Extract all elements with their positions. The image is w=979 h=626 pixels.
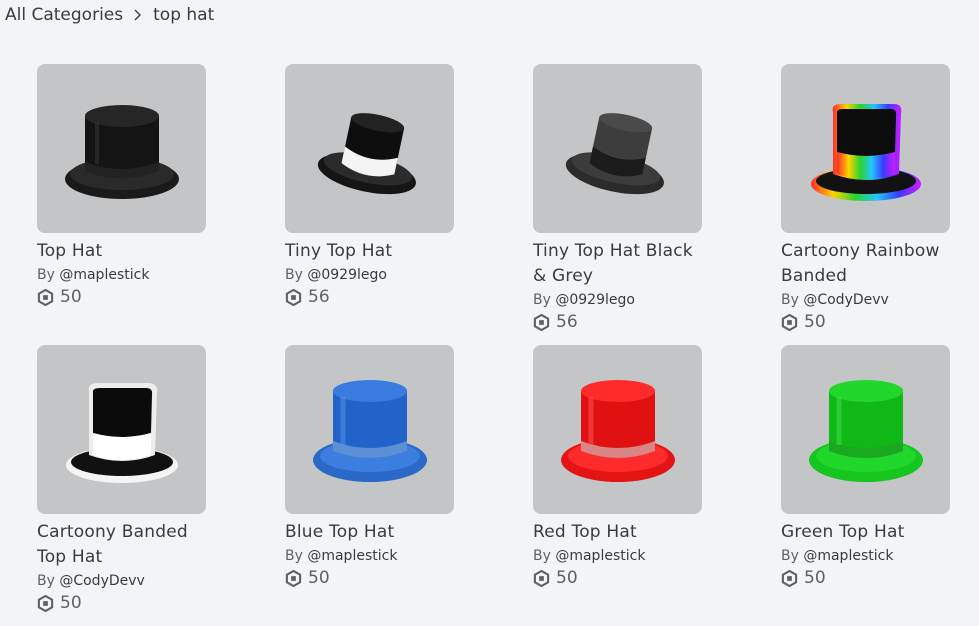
item-price: 50 xyxy=(37,286,206,308)
item-creator: By @maplestick xyxy=(781,546,950,566)
item-creator: By @maplestick xyxy=(533,546,702,566)
item-name[interactable]: Cartoony Banded Top Hat xyxy=(37,520,206,570)
item-creator: By @CodyDevv xyxy=(37,571,206,591)
rainbow-top-hat-image xyxy=(810,103,921,201)
price-value: 56 xyxy=(308,287,330,307)
breadcrumb: All Categories top hat xyxy=(5,4,214,26)
item-thumbnail[interactable] xyxy=(781,64,950,233)
black-top-hat-image xyxy=(64,104,179,199)
item-name[interactable]: Top Hat xyxy=(37,239,206,264)
price-value: 50 xyxy=(804,568,826,588)
price-value: 50 xyxy=(60,593,82,613)
item-thumbnail[interactable] xyxy=(533,345,702,514)
item-name[interactable]: Green Top Hat xyxy=(781,520,950,545)
tiny-grey-top-hat-image xyxy=(565,112,664,194)
item-price: 50 xyxy=(781,567,950,589)
creator-link[interactable]: @maplestick xyxy=(555,548,645,564)
robux-icon xyxy=(37,288,54,306)
catalog-item-card[interactable]: Tiny Top Hat Black & Grey By @0929lego 5… xyxy=(533,64,702,345)
item-name[interactable]: Blue Top Hat xyxy=(285,520,454,545)
tiny-top-hat-image xyxy=(317,112,416,194)
item-creator: By @CodyDevv xyxy=(781,290,950,310)
robux-icon xyxy=(37,594,54,612)
item-name[interactable]: Tiny Top Hat Black & Grey xyxy=(533,239,702,289)
catalog-item-card[interactable]: Tiny Top Hat By @0929lego 56 xyxy=(285,64,454,345)
item-price: 56 xyxy=(533,311,702,333)
price-value: 50 xyxy=(60,287,82,307)
catalog-grid: Top Hat By @maplestick 50 Tiny Top Hat B… xyxy=(37,64,950,626)
item-name[interactable]: Tiny Top Hat xyxy=(285,239,454,264)
creator-link[interactable]: @maplestick xyxy=(307,548,397,564)
creator-prefix: By xyxy=(285,548,308,564)
creator-link[interactable]: @CodyDevv xyxy=(803,292,888,308)
creator-link[interactable]: @maplestick xyxy=(803,548,893,564)
price-value: 50 xyxy=(308,568,330,588)
creator-prefix: By xyxy=(533,548,556,564)
item-price: 50 xyxy=(285,567,454,589)
item-price: 50 xyxy=(533,567,702,589)
creator-prefix: By xyxy=(37,573,60,589)
item-creator: By @0929lego xyxy=(533,290,702,310)
catalog-item-card[interactable]: Red Top Hat By @maplestick 50 xyxy=(533,345,702,626)
cartoony-banded-top-hat-image xyxy=(65,382,178,483)
item-price: 50 xyxy=(781,311,950,333)
robux-icon xyxy=(781,313,798,331)
price-value: 50 xyxy=(556,568,578,588)
price-value: 56 xyxy=(556,312,578,332)
item-thumbnail[interactable] xyxy=(285,64,454,233)
creator-prefix: By xyxy=(533,292,556,308)
creator-prefix: By xyxy=(781,292,804,308)
robux-icon xyxy=(781,569,798,587)
robux-icon xyxy=(533,569,550,587)
item-thumbnail[interactable] xyxy=(285,345,454,514)
chevron-right-icon xyxy=(134,9,142,21)
breadcrumb-current: top hat xyxy=(153,5,215,25)
robux-icon xyxy=(285,569,302,587)
item-price: 50 xyxy=(37,592,206,614)
creator-prefix: By xyxy=(781,548,804,564)
robux-icon xyxy=(285,288,302,306)
creator-prefix: By xyxy=(37,267,60,283)
creator-link[interactable]: @0929lego xyxy=(307,267,387,283)
item-thumbnail[interactable] xyxy=(781,345,950,514)
catalog-item-card[interactable]: Cartoony Rainbow Banded By @CodyDevv 50 xyxy=(781,64,950,345)
item-creator: By @0929lego xyxy=(285,265,454,285)
item-creator: By @maplestick xyxy=(37,265,206,285)
creator-link[interactable]: @maplestick xyxy=(59,267,149,283)
item-price: 56 xyxy=(285,286,454,308)
item-name[interactable]: Cartoony Rainbow Banded xyxy=(781,239,950,289)
creator-link[interactable]: @0929lego xyxy=(555,292,635,308)
item-creator: By @maplestick xyxy=(285,546,454,566)
catalog-item-card[interactable]: Green Top Hat By @maplestick 50 xyxy=(781,345,950,626)
robux-icon xyxy=(533,313,550,331)
breadcrumb-all-categories-link[interactable]: All Categories xyxy=(5,5,123,25)
catalog-item-card[interactable]: Top Hat By @maplestick 50 xyxy=(37,64,206,345)
price-value: 50 xyxy=(804,312,826,332)
catalog-item-card[interactable]: Blue Top Hat By @maplestick 50 xyxy=(285,345,454,626)
item-name[interactable]: Red Top Hat xyxy=(533,520,702,545)
green-top-hat-image xyxy=(808,379,923,482)
item-thumbnail[interactable] xyxy=(533,64,702,233)
creator-link[interactable]: @CodyDevv xyxy=(59,573,144,589)
item-thumbnail[interactable] xyxy=(37,345,206,514)
item-thumbnail[interactable] xyxy=(37,64,206,233)
catalog-item-card[interactable]: Cartoony Banded Top Hat By @CodyDevv 50 xyxy=(37,345,206,626)
blue-top-hat-image xyxy=(312,379,427,482)
red-top-hat-image xyxy=(560,379,675,482)
creator-prefix: By xyxy=(285,267,308,283)
